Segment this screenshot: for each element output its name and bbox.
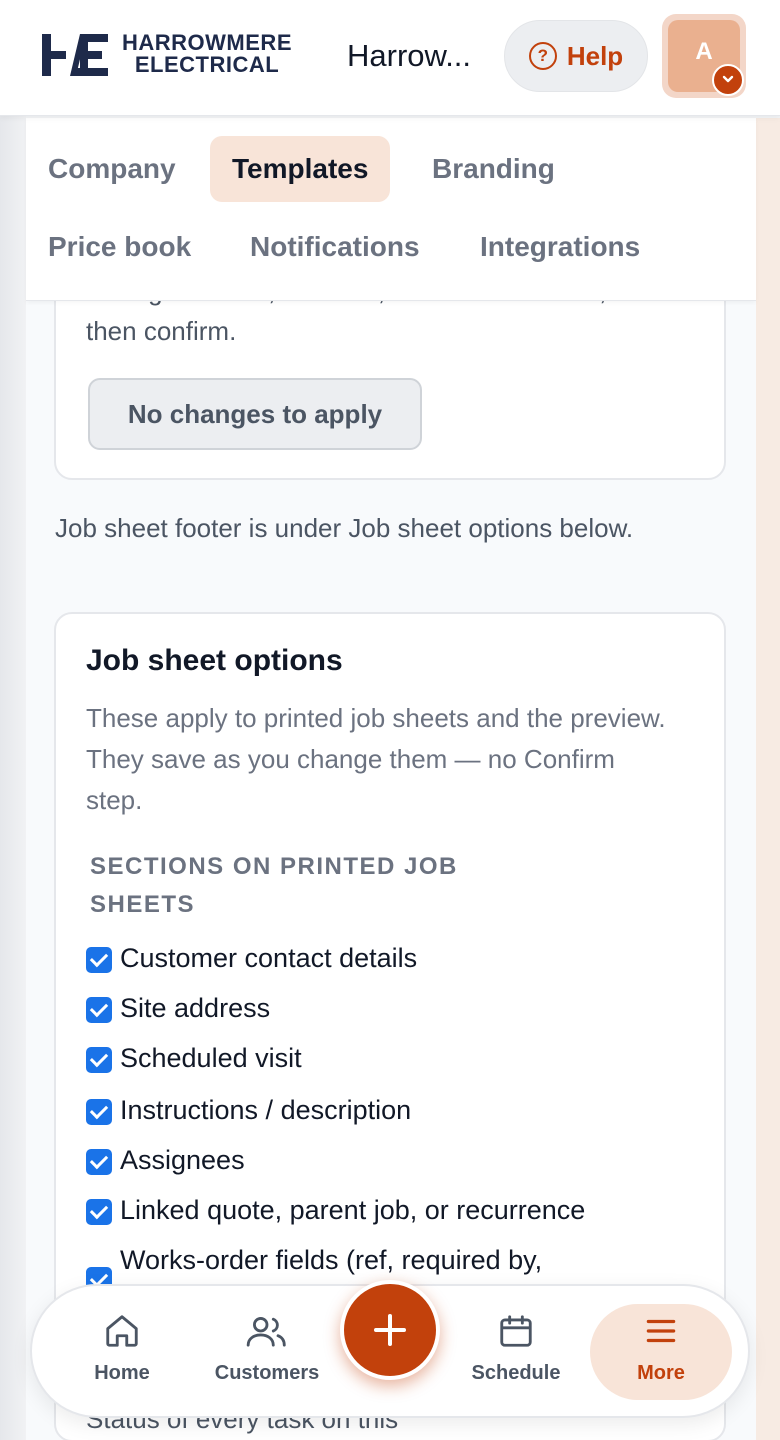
tab-integrations[interactable]: Integrations — [458, 214, 662, 280]
checkbox-linked-quote[interactable]: Linked quote, parent job, or recurrence — [86, 1190, 585, 1230]
logo-line-2: ELECTRICAL — [134, 52, 280, 77]
checkbox-label: Assignees — [120, 1144, 245, 1175]
checkbox-label: Instructions / description — [120, 1094, 412, 1125]
help-label: Help — [566, 40, 624, 71]
plus-icon — [374, 1314, 406, 1346]
checkbox-checked-icon[interactable] — [86, 1199, 112, 1225]
nav-schedule[interactable]: Schedule — [456, 1286, 576, 1420]
checkbox-checked-icon[interactable] — [86, 1047, 112, 1073]
checkbox-assignees[interactable]: Assignees — [86, 1140, 245, 1180]
nav-more[interactable]: More — [600, 1286, 722, 1420]
tab-price-book[interactable]: Price book — [26, 214, 213, 280]
checkbox-label: Works-order fields (ref, required by, — [120, 1244, 543, 1275]
nav-more-label: More — [637, 1362, 685, 1384]
calendar-icon — [500, 1315, 532, 1347]
template-confirm-hint-end: then confirm. — [86, 316, 237, 346]
checkbox-checked-icon[interactable] — [86, 997, 112, 1023]
checkbox-scheduled-visit[interactable]: Scheduled visit — [86, 1038, 302, 1078]
organization-name[interactable]: Harrow... — [347, 38, 487, 74]
account-menu-button[interactable]: A — [662, 14, 746, 98]
home-icon — [106, 1315, 138, 1347]
checkbox-checked-icon[interactable] — [86, 1149, 112, 1175]
menu-icon — [646, 1319, 676, 1343]
checkbox-label: Scheduled visit — [120, 1042, 302, 1073]
help-button[interactable]: ? Help — [504, 20, 648, 92]
checkbox-label: Site address — [120, 992, 271, 1023]
nav-schedule-label: Schedule — [471, 1362, 561, 1384]
nav-customers-label: Customers — [214, 1362, 320, 1384]
logo-line-1: HARROWMERE — [122, 30, 292, 55]
logo-mark-icon — [42, 34, 108, 76]
checkbox-label: Customer contact details — [120, 942, 418, 973]
logo-wordmark: HARROWMERE ELECTRICAL — [122, 32, 292, 76]
app-header: HARROWMERE ELECTRICAL Harrow... ? Help A — [0, 0, 780, 116]
users-icon — [246, 1317, 286, 1347]
checkbox-site-address[interactable]: Site address — [86, 988, 270, 1028]
sections-heading: SECTIONS ON PRINTED JOB SHEETS — [90, 853, 458, 918]
nav-home[interactable]: Home — [62, 1286, 182, 1420]
question-circle-icon: ? — [528, 42, 557, 70]
footer-location-note: Job sheet footer is under Job sheet opti… — [55, 513, 634, 543]
job-sheet-options-title: Job sheet options — [86, 644, 343, 677]
left-gutter — [0, 0, 26, 1440]
checkbox-works-order[interactable]: Works-order fields (ref, required by, — [86, 1240, 543, 1293]
checkbox-checked-icon[interactable] — [86, 1099, 112, 1125]
checkbox-label: Linked quote, parent job, or recurrence — [120, 1194, 586, 1225]
chevron-down-icon — [712, 64, 744, 96]
nav-customers[interactable]: Customers — [202, 1286, 332, 1420]
apply-template-button[interactable]: No changes to apply — [88, 378, 422, 450]
checkbox-checked-icon[interactable] — [86, 947, 112, 973]
checkbox-instructions[interactable]: Instructions / description — [86, 1090, 411, 1130]
tab-notifications[interactable]: Notifications — [228, 214, 442, 280]
company-logo[interactable]: HARROWMERE ELECTRICAL — [40, 32, 310, 80]
tab-branding[interactable]: Branding — [410, 136, 577, 202]
checkbox-customer-contact[interactable]: Customer contact details — [86, 938, 417, 978]
nav-home-label: Home — [94, 1362, 150, 1384]
tab-company[interactable]: Company — [26, 136, 198, 202]
job-sheet-options-description: These apply to printed job sheets and th… — [86, 703, 666, 815]
settings-tabs: Company Templates Branding Price book No… — [26, 118, 756, 301]
create-new-button[interactable] — [340, 1280, 440, 1380]
tab-templates[interactable]: Templates — [210, 136, 391, 202]
right-gutter — [756, 118, 780, 1440]
